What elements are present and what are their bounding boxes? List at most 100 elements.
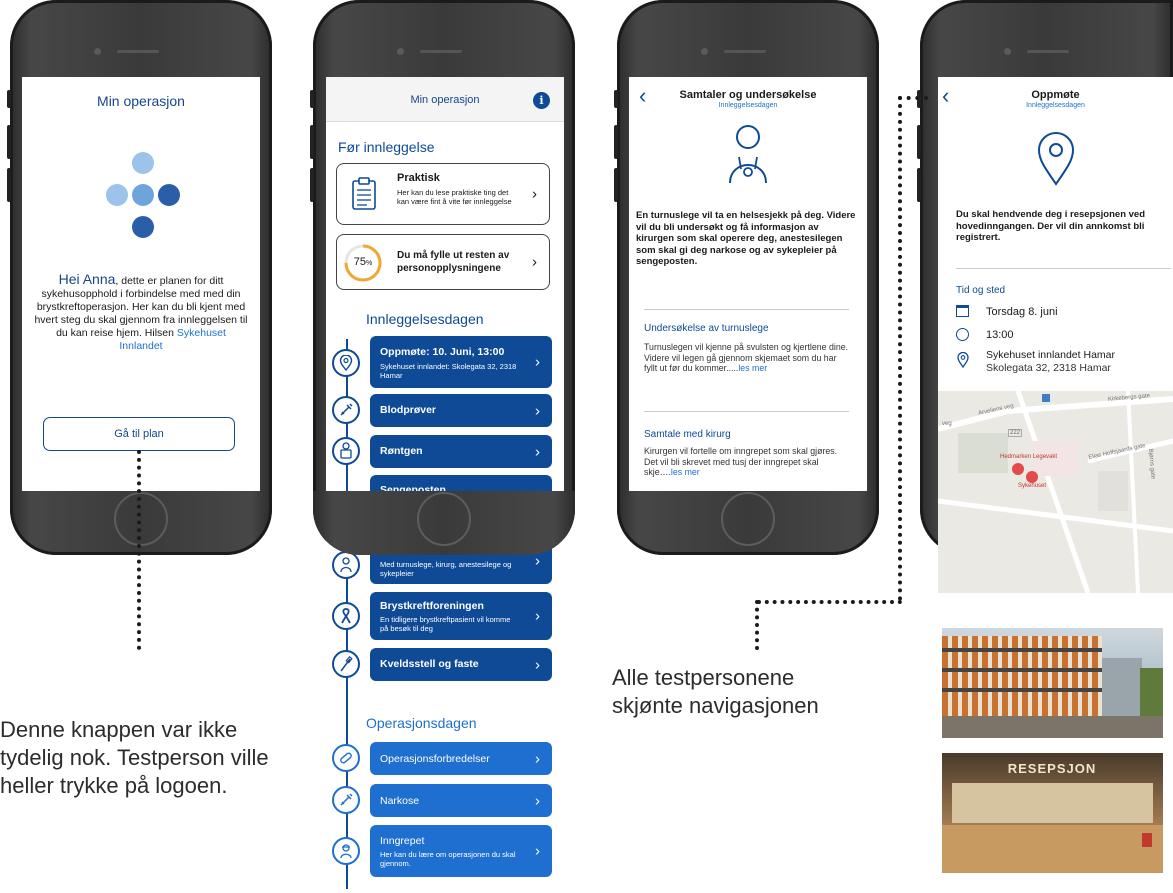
step-prep[interactable]: Operasjonsforbredelser ›	[370, 742, 552, 775]
map-road-number: 222	[1008, 429, 1023, 437]
section-text-surgeon: Kirurgen vil fortelle om inngrepet som s…	[644, 446, 849, 478]
app-title: Min operasjon	[410, 94, 480, 106]
screen-4: ‹ Oppmøte Innleggelsesdagen Du skal hend…	[938, 77, 1173, 593]
section-text-intern: Turnuslegen vil kjenne på svulsten og kj…	[644, 342, 849, 374]
practical-title: Praktisk	[397, 172, 440, 184]
location-pin-icon	[332, 349, 360, 377]
screen-2: Min operasjon i Før innleggelse Praktisk…	[326, 77, 564, 893]
location-pin-icon	[1037, 132, 1075, 186]
chevron-right-icon: ›	[535, 842, 540, 860]
speaker	[117, 50, 159, 53]
date: Torsdag 8. juni	[986, 306, 1058, 318]
chevron-right-icon: ›	[535, 552, 540, 570]
mute-switch	[7, 90, 11, 108]
hospital-building-photo	[942, 628, 1163, 738]
step-xray[interactable]: Røntgen ›	[370, 435, 552, 468]
screen-title: Oppmøte	[1031, 89, 1080, 101]
home-button[interactable]	[721, 492, 775, 546]
reception-sign: RESEPSJON	[1007, 761, 1097, 776]
syringe-icon	[332, 786, 360, 814]
annotation-line-right	[898, 96, 928, 100]
volume-up	[614, 125, 618, 159]
map-roads	[938, 391, 1173, 593]
annotation-left: Denne knappen var ikke tydelig nok. Test…	[0, 717, 269, 798]
pill-icon	[332, 744, 360, 772]
phone-2-chin	[313, 491, 575, 555]
step-operation-title: Inngrepet	[380, 835, 425, 847]
chevron-right-icon: ›	[535, 402, 540, 419]
pin-icon	[957, 352, 969, 368]
section-title-surgery: Operasjonsdagen	[366, 715, 477, 731]
clock-icon	[956, 328, 969, 341]
clipboard-icon	[352, 177, 376, 210]
step-arrival[interactable]: Oppmøte: 10. Juni, 13:00 Sykehuset innla…	[370, 336, 552, 388]
speaker	[1027, 50, 1069, 53]
practical-text: Her kan du lese praktiske ting det kan v…	[397, 188, 512, 206]
step-operation[interactable]: Inngrepet Her kan du lære om operasjonen…	[370, 825, 552, 877]
mute-switch	[310, 90, 314, 108]
step-xray-title: Røntgen	[380, 445, 423, 457]
practical-card[interactable]: Praktisk Her kan du lese praktiske ting …	[336, 163, 550, 225]
step-arrival-title: Oppmøte: 10. Juni, 13:00	[380, 346, 505, 358]
doctor-stethoscope-icon	[729, 125, 767, 184]
go-to-plan-button[interactable]: Gå til plan	[43, 417, 235, 451]
volume-up	[917, 125, 921, 159]
map-poi-legevakt: Hedmarken Legevakt	[1000, 454, 1058, 460]
volume-down	[614, 168, 618, 202]
personal-info-card[interactable]: 75% Du må fylle ut resten av personopply…	[336, 234, 550, 290]
front-camera	[1004, 48, 1011, 55]
annotation-middle: Alle testpersonene skjønte navigasjonen	[612, 665, 819, 718]
step-operation-sub: Her kan du lære om operasjonen du skal g…	[380, 850, 516, 868]
section-title-admission: Innleggelsesdagen	[366, 311, 484, 327]
volume-up	[7, 125, 11, 159]
xray-person-icon	[332, 437, 360, 465]
surgeon-icon	[332, 837, 360, 865]
annotation-line-left	[137, 450, 141, 650]
step-blood-tests[interactable]: Blodprøver ›	[370, 394, 552, 427]
read-more-link[interactable]: les mer	[738, 363, 767, 373]
step-evening-care[interactable]: Kveldsstell og faste ›	[370, 648, 552, 681]
map-poi-sykehuset: Sykehuset	[1018, 483, 1047, 489]
progress-value: 75%	[343, 256, 383, 268]
divider	[956, 268, 1171, 269]
divider	[644, 309, 849, 310]
step-prep-title: Operasjonsforbredelser	[380, 753, 490, 765]
phone-3: ‹ Samtaler og undersøkelse Innleggelsesd…	[614, 0, 879, 555]
section-title-intern: Undersøkelse av turnuslege	[644, 323, 769, 334]
map[interactable]: Arveliens veg Kirkebergs gate veg Elias …	[938, 391, 1173, 593]
personal-info-text: Du må fylle ut resten av personopplysnin…	[397, 250, 510, 274]
nav-bar: Min operasjon i	[326, 77, 564, 122]
screen-subtitle: Innleggelsesdagen	[718, 102, 778, 109]
home-button[interactable]	[417, 492, 471, 546]
step-anesthesia[interactable]: Narkose ›	[370, 784, 552, 817]
time: 13:00	[986, 329, 1014, 341]
info-icon-glyph: i	[539, 94, 544, 107]
speaker	[420, 50, 462, 53]
annotation-line-right-vertical	[898, 96, 902, 601]
doctor-icon	[332, 551, 360, 579]
section-title: Tid og sted	[956, 285, 1006, 296]
volume-down	[917, 168, 921, 202]
step-blood-title: Blodprøver	[380, 404, 437, 416]
step-evening-title: Kveldsstell og faste	[380, 658, 479, 670]
volume-up	[310, 125, 314, 159]
divider	[644, 411, 849, 412]
logo-icon[interactable]	[94, 152, 194, 242]
read-more-link[interactable]: les mer	[671, 467, 700, 477]
chevron-right-icon: ›	[535, 353, 540, 371]
chevron-right-icon: ›	[535, 607, 540, 625]
progress-number: 75	[353, 256, 366, 268]
phone-1: Min operasjon Hei Anna, dette er planen …	[7, 0, 272, 555]
greeting-name: Hei Anna	[58, 271, 116, 287]
step-cancer-association[interactable]: Brystkreftforeningen En tidligere brystk…	[370, 592, 552, 640]
info-icon[interactable]: i	[533, 92, 550, 109]
toothbrush-icon	[332, 650, 360, 678]
step-arrival-sub: Sykehuset innlandet: Skolegata 32, 2318 …	[380, 362, 517, 380]
step-association-title: Brystkreftforeningen	[380, 600, 484, 612]
chevron-right-icon: ›	[535, 443, 540, 460]
map-street-label: veg	[942, 421, 952, 427]
address: Skolegata 32, 2318 Hamar	[986, 362, 1111, 374]
home-button[interactable]	[114, 492, 168, 546]
intro-text: En turnuslege vil ta en helsesjekk på de…	[636, 210, 856, 267]
calendar-icon	[956, 305, 969, 317]
